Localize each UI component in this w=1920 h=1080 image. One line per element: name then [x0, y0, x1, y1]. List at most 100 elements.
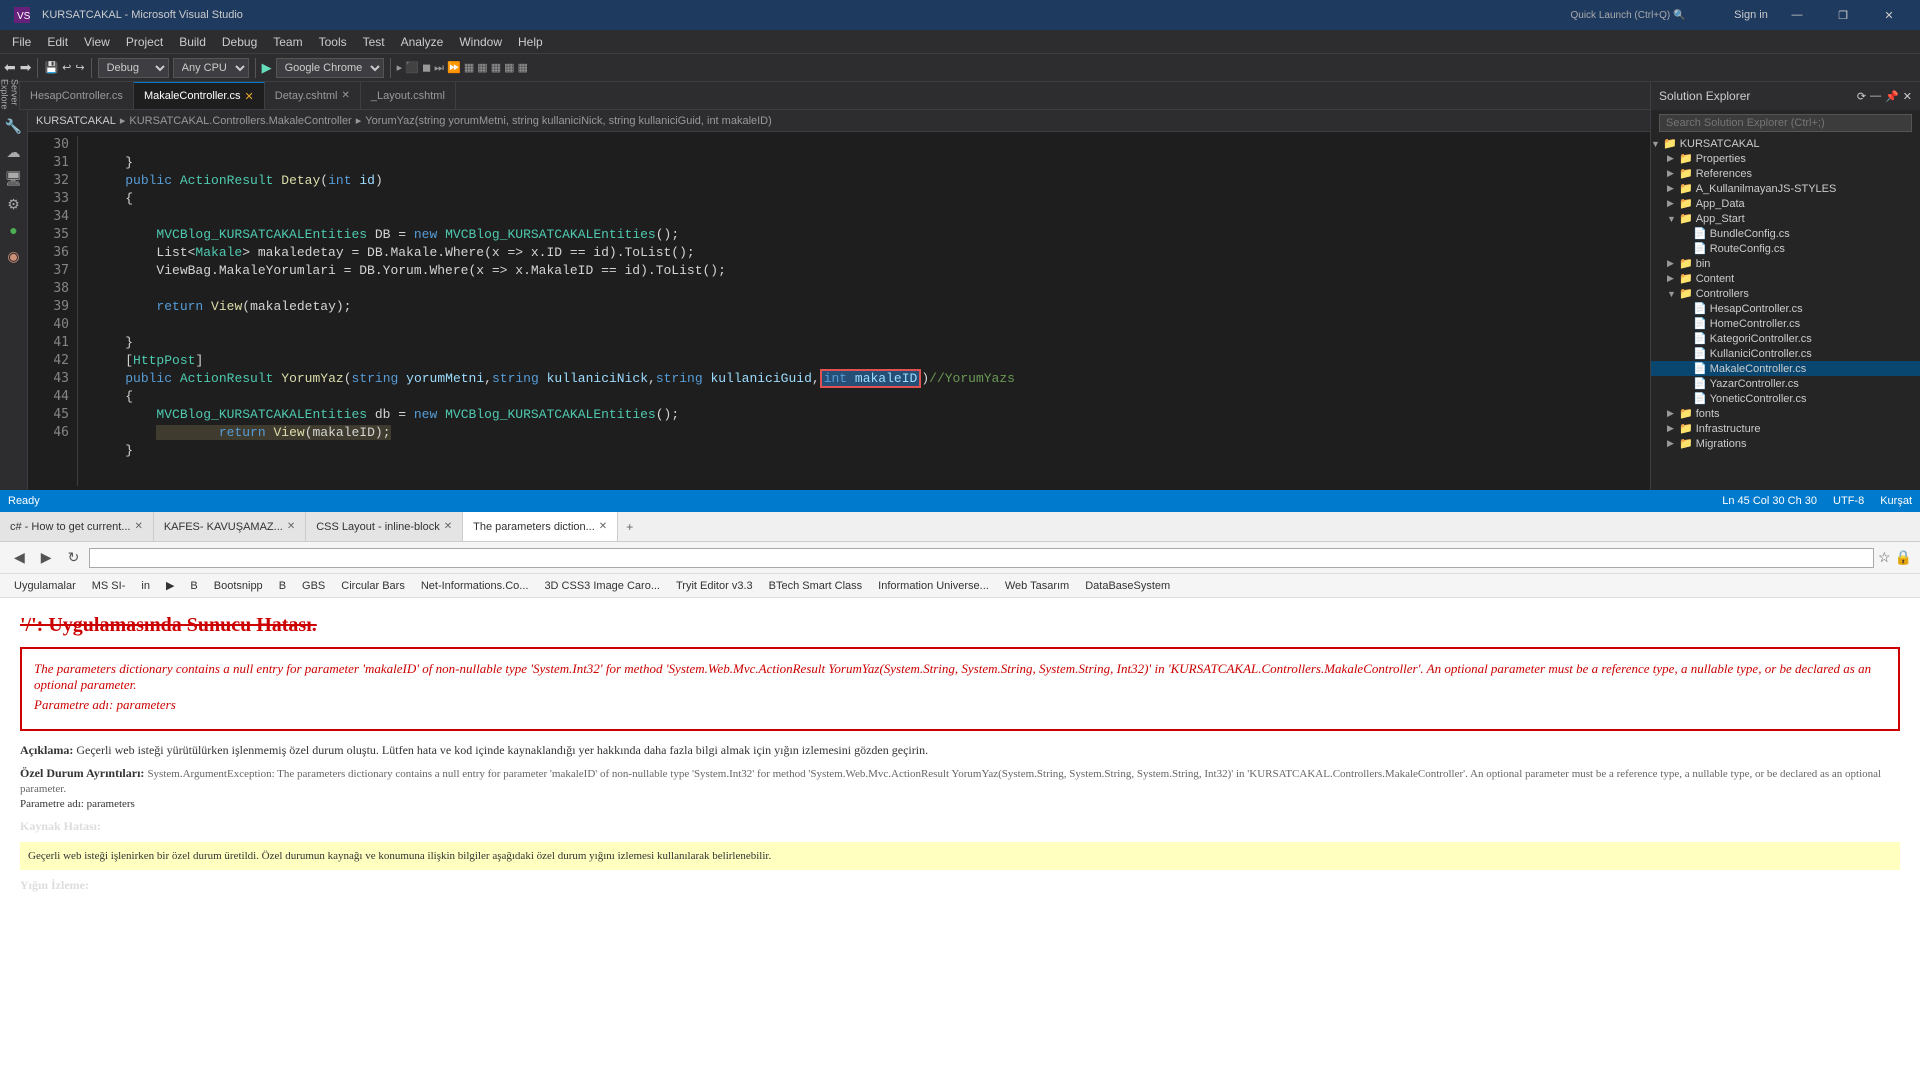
menu-debug[interactable]: Debug: [214, 33, 265, 51]
forward-button[interactable]: ▶: [35, 547, 58, 568]
tab-detay[interactable]: Detay.cshtml ✕: [265, 82, 361, 110]
bookmark-b2[interactable]: B: [273, 579, 292, 593]
debug-select[interactable]: Debug Release: [98, 58, 169, 78]
address-bar[interactable]: localhost:65448/Makale/YorumYaz: [89, 548, 1874, 568]
bookmark-database[interactable]: DataBaseSystem: [1079, 579, 1176, 593]
new-tab-button[interactable]: +: [618, 520, 641, 534]
se-collapse[interactable]: —: [1870, 90, 1881, 103]
tree-fonts[interactable]: ▶📁fonts: [1651, 406, 1920, 421]
menu-window[interactable]: Window: [451, 33, 510, 51]
browser-select[interactable]: Google Chrome: [276, 58, 384, 78]
tree-makalecontroller[interactable]: 📄MakaleController.cs: [1651, 361, 1920, 376]
close-tab-2[interactable]: ✕: [287, 521, 295, 532]
menu-build[interactable]: Build: [171, 33, 214, 51]
close-tab-detay[interactable]: ✕: [342, 90, 350, 101]
toolbar-redo[interactable]: ↪: [75, 61, 84, 74]
signin-button[interactable]: Sign in: [1728, 0, 1774, 30]
toolbar-undo[interactable]: ↩: [62, 61, 71, 74]
back-button[interactable]: ◀: [8, 547, 31, 568]
tree-hesapcontroller[interactable]: 📄HesapController.cs: [1651, 301, 1920, 316]
server-icon[interactable]: 🖥: [2, 166, 26, 190]
menu-edit[interactable]: Edit: [39, 33, 76, 51]
menu-help[interactable]: Help: [510, 33, 551, 51]
tree-references[interactable]: ▶📁References: [1651, 166, 1920, 181]
menu-tools[interactable]: Tools: [311, 33, 355, 51]
star-icon[interactable]: ☆: [1878, 549, 1891, 566]
menu-team[interactable]: Team: [265, 33, 310, 51]
toolbox-icon[interactable]: 🔧: [2, 114, 26, 138]
se-tree[interactable]: ▼📁KURSATCAKAL ▶📁Properties ▶📁References …: [1651, 136, 1920, 490]
minimize-button[interactable]: —: [1774, 0, 1820, 30]
bookmark-bootsnipp[interactable]: Bootsnipp: [208, 579, 269, 593]
bookmark-circular[interactable]: Circular Bars: [335, 579, 411, 593]
settings-icon[interactable]: ⚙: [2, 192, 26, 216]
reload-button[interactable]: ↻: [62, 547, 86, 568]
cpu-select[interactable]: Any CPU: [173, 58, 249, 78]
bookmark-tryit[interactable]: Tryit Editor v3.3: [670, 579, 759, 593]
tree-homecontroller[interactable]: 📄HomeController.cs: [1651, 316, 1920, 331]
kaynak-yellow-box: Geçerli web isteği işlenirken bir özel d…: [20, 842, 1900, 870]
tab-hesap[interactable]: HesapController.cs: [20, 82, 134, 110]
start-button[interactable]: ▶: [262, 60, 272, 76]
browser-icons: ☆ 🔒: [1878, 549, 1912, 566]
tree-bundleconfig[interactable]: 📄BundleConfig.cs: [1651, 226, 1920, 241]
tree-properties[interactable]: ▶📁Properties: [1651, 151, 1920, 166]
toolbar-save-all[interactable]: 💾: [44, 61, 58, 74]
bookmark-uygulamalar[interactable]: Uygulamalar: [8, 579, 82, 593]
browser-tab-params[interactable]: The parameters diction... ✕: [463, 512, 618, 542]
toolbar-back[interactable]: ⬅: [4, 59, 16, 76]
bookmark-youtube[interactable]: ▶: [160, 578, 180, 593]
tree-controllers[interactable]: ▼📁Controllers: [1651, 286, 1920, 301]
bookmark-3dcss[interactable]: 3D CSS3 Image Caro...: [538, 579, 666, 593]
tab-makale[interactable]: MakaleController.cs ✕: [134, 82, 265, 110]
menu-project[interactable]: Project: [118, 33, 171, 51]
lock-icon[interactable]: 🔒: [1895, 549, 1912, 566]
tree-appdata[interactable]: ▶📁App_Data: [1651, 196, 1920, 211]
code-editor[interactable]: 3031323334 3536373839 4041424344 4546 } …: [28, 132, 1650, 490]
bookmark-gbs[interactable]: GBS: [296, 579, 331, 593]
tree-kullanilmayan[interactable]: ▶📁A_KullanilmayanJS-STYLES: [1651, 181, 1920, 196]
close-tab-1[interactable]: ✕: [134, 521, 142, 532]
tree-content[interactable]: ▶📁Content: [1651, 271, 1920, 286]
restore-button[interactable]: ❐: [1820, 0, 1866, 30]
bookmark-b1[interactable]: B: [184, 579, 203, 593]
menu-test[interactable]: Test: [355, 33, 393, 51]
bookmark-btech[interactable]: BTech Smart Class: [763, 579, 869, 593]
se-pin[interactable]: 📌: [1885, 90, 1899, 103]
bookmark-linkedin[interactable]: in: [135, 579, 156, 593]
tab-layout[interactable]: _Layout.cshtml: [361, 82, 456, 110]
browser-tab-kafes[interactable]: KAFES- KAVUŞAMAZ... ✕: [154, 512, 306, 542]
debug-icon[interactable]: ◉: [2, 244, 26, 268]
close-tab-4[interactable]: ✕: [599, 521, 607, 532]
tree-routeconfig[interactable]: 📄RouteConfig.cs: [1651, 241, 1920, 256]
se-close[interactable]: ✕: [1903, 90, 1912, 103]
toolbar-forward[interactable]: ➡: [20, 59, 32, 76]
tree-infrastructure[interactable]: ▶📁Infrastructure: [1651, 421, 1920, 436]
tree-kategoricontroller[interactable]: 📄KategoriController.cs: [1651, 331, 1920, 346]
tree-appstart[interactable]: ▼📁App_Start: [1651, 211, 1920, 226]
app-window: VS KURSATCAKAL - Microsoft Visual Studio…: [0, 0, 1920, 1080]
tree-kullanicicontroller[interactable]: 📄KullaniciController.cs: [1651, 346, 1920, 361]
bookmark-ms[interactable]: MS SI-: [86, 579, 132, 593]
bookmark-netinfo[interactable]: Net-Informations.Co...: [415, 579, 535, 593]
menu-view[interactable]: View: [76, 33, 118, 51]
server-explorer-tab[interactable]: Server Explorer: [0, 82, 20, 110]
se-search-input[interactable]: [1659, 114, 1912, 132]
tree-yoneticcontroller[interactable]: 📄YoneticController.cs: [1651, 391, 1920, 406]
cloud-icon[interactable]: ☁: [2, 140, 26, 164]
chrome-icon[interactable]: ●: [2, 218, 26, 242]
browser-tab-css[interactable]: CSS Layout - inline-block ✕: [306, 512, 463, 542]
se-sync[interactable]: ⟳: [1857, 90, 1866, 103]
tree-bin[interactable]: ▶📁bin: [1651, 256, 1920, 271]
menu-analyze[interactable]: Analyze: [393, 33, 452, 51]
close-button[interactable]: ✕: [1866, 0, 1912, 30]
tree-solution[interactable]: ▼📁KURSATCAKAL: [1651, 136, 1920, 151]
bookmark-webtasarim[interactable]: Web Tasarım: [999, 579, 1075, 593]
close-tab-3[interactable]: ✕: [444, 521, 452, 532]
menu-file[interactable]: File: [4, 33, 39, 51]
status-position: Ln 45 Col 30 Ch 30: [1722, 495, 1817, 507]
browser-tab-stackoverflow[interactable]: c# - How to get current... ✕: [0, 512, 154, 542]
bookmark-infouniv[interactable]: Information Universe...: [872, 579, 995, 593]
tree-migrations[interactable]: ▶📁Migrations: [1651, 436, 1920, 451]
tree-yazarcontroller[interactable]: 📄YazarController.cs: [1651, 376, 1920, 391]
